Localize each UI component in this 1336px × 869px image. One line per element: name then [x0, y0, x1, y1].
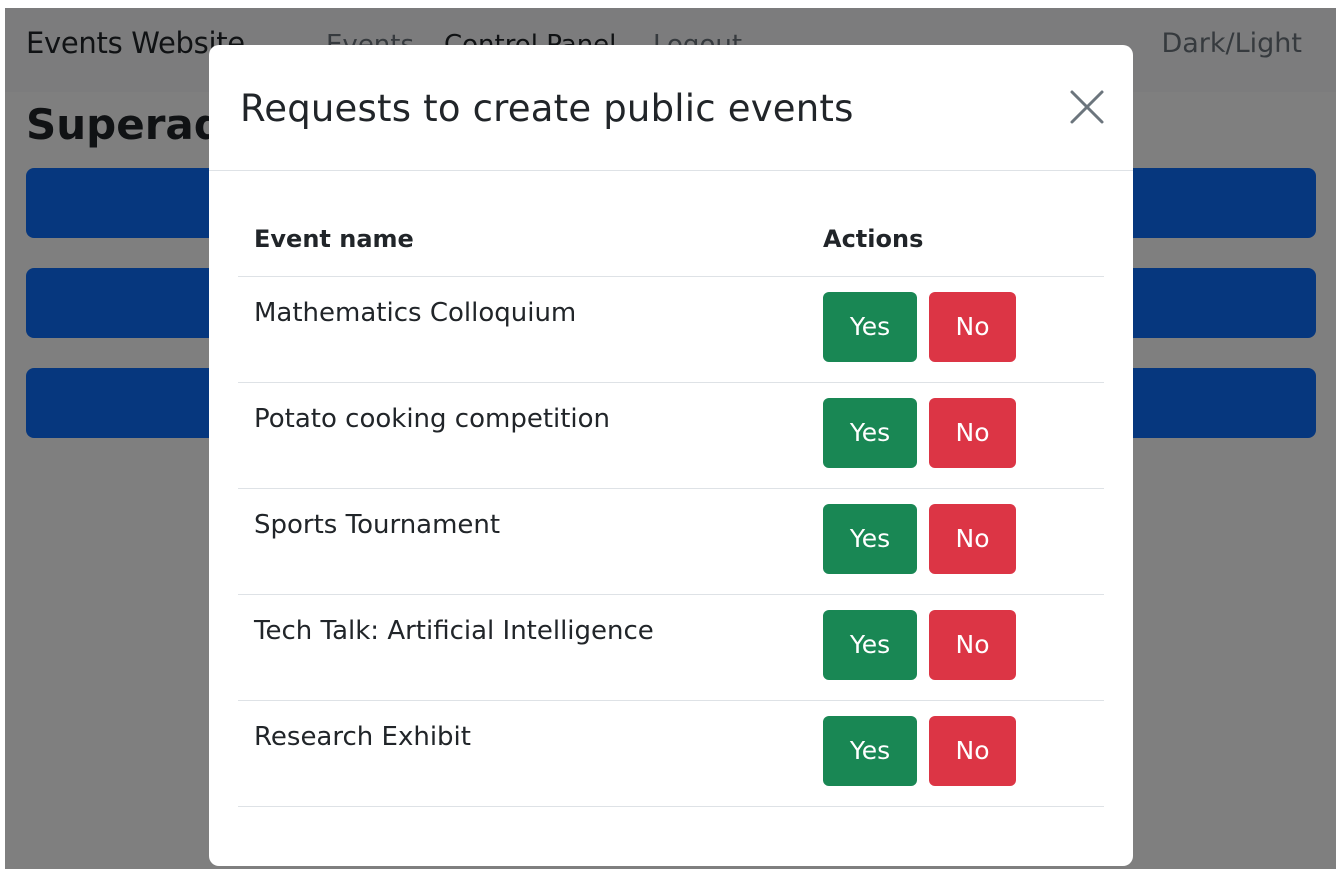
- reject-button[interactable]: No: [929, 715, 1016, 786]
- actions-cell: Yes No: [807, 700, 1104, 807]
- approve-button[interactable]: Yes: [823, 397, 917, 468]
- approve-button[interactable]: Yes: [823, 609, 917, 680]
- table-row: Sports Tournament Yes No: [238, 488, 1104, 595]
- actions-cell: Yes No: [807, 488, 1104, 595]
- frame-border-top: [0, 0, 1336, 8]
- actions-cell: Yes No: [807, 382, 1104, 489]
- table-row: Potato cooking competition Yes No: [238, 382, 1104, 489]
- event-name-cell: Tech Talk: Artificial Intelligence: [238, 594, 807, 701]
- table-header-row: Event name Actions: [238, 217, 1104, 277]
- requests-modal: Requests to create public events Event n…: [209, 45, 1133, 866]
- actions-cell: Yes No: [807, 594, 1104, 701]
- approve-button[interactable]: Yes: [823, 503, 917, 574]
- event-name-cell: Sports Tournament: [238, 488, 807, 595]
- header-actions: Actions: [807, 217, 1104, 277]
- reject-button[interactable]: No: [929, 609, 1016, 680]
- modal-header: Requests to create public events: [209, 45, 1133, 171]
- event-name-cell: Potato cooking competition: [238, 382, 807, 489]
- modal-close-button[interactable]: [1067, 87, 1107, 127]
- approve-button[interactable]: Yes: [823, 715, 917, 786]
- approve-button[interactable]: Yes: [823, 291, 917, 362]
- header-event-name: Event name: [238, 217, 807, 277]
- table-row: Mathematics Colloquium Yes No: [238, 276, 1104, 383]
- event-name-cell: Research Exhibit: [238, 700, 807, 807]
- table-row: Tech Talk: Artificial Intelligence Yes No: [238, 594, 1104, 701]
- reject-button[interactable]: No: [929, 503, 1016, 574]
- frame-border-left: [0, 0, 5, 869]
- page: Events Website Events Control Panel Logo…: [0, 0, 1336, 869]
- modal-title: Requests to create public events: [240, 87, 854, 130]
- reject-button[interactable]: No: [929, 397, 1016, 468]
- reject-button[interactable]: No: [929, 291, 1016, 362]
- event-name-cell: Mathematics Colloquium: [238, 276, 807, 383]
- requests-table: Event name Actions Mathematics Colloquiu…: [238, 217, 1104, 807]
- close-icon: [1070, 90, 1104, 124]
- actions-cell: Yes No: [807, 276, 1104, 383]
- table-row: Research Exhibit Yes No: [238, 700, 1104, 807]
